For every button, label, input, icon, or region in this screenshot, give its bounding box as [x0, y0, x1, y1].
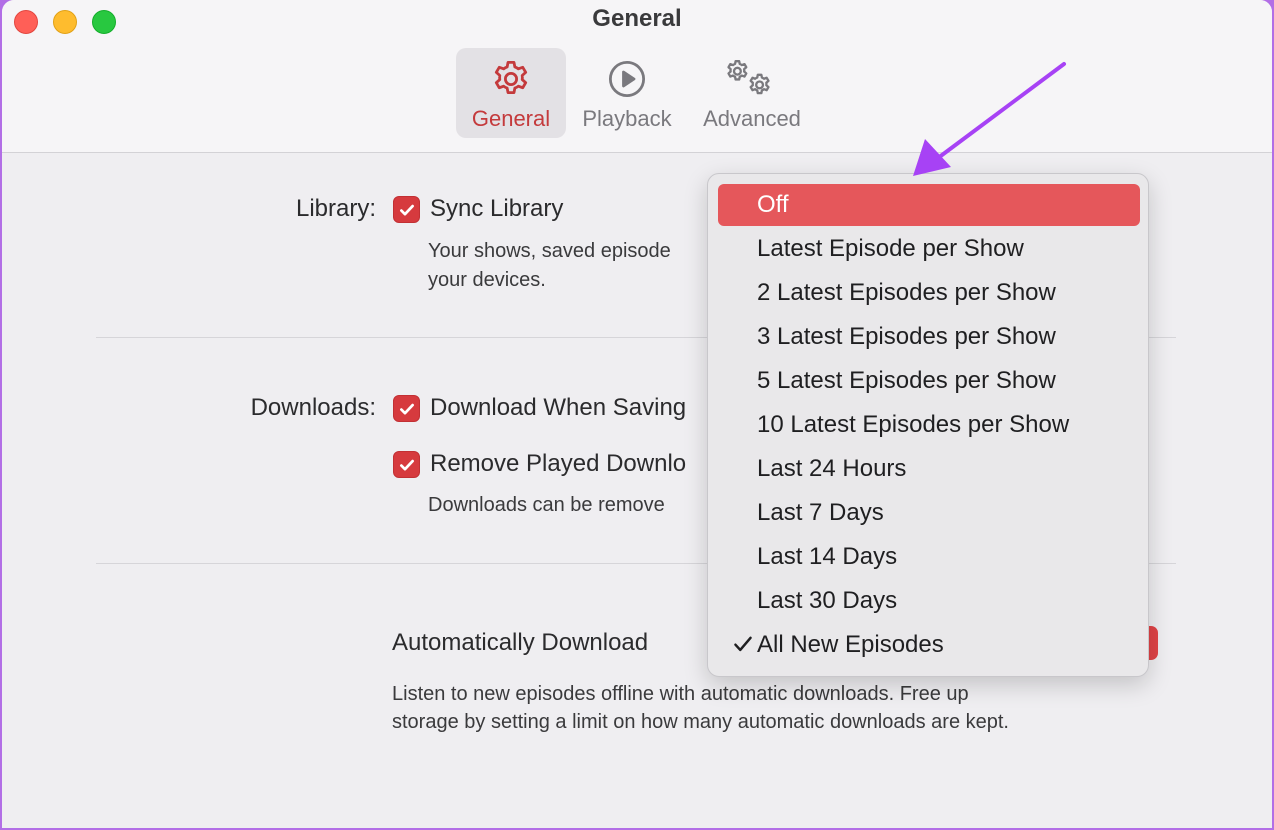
tab-advanced-label: Advanced — [703, 106, 801, 131]
downloads-label: Downloads: — [250, 394, 376, 421]
tab-playback-label: Playback — [582, 106, 672, 131]
menu-item-label: 10 Latest Episodes per Show — [757, 411, 1070, 438]
preferences-window: General General Playback Advanced Librar… — [2, 0, 1272, 828]
menu-item-all-new-episodes[interactable]: All New Episodes — [718, 624, 1140, 666]
window-title: General — [592, 5, 682, 32]
menu-item-label: 2 Latest Episodes per Show — [757, 279, 1056, 306]
menu-item-latest-episode[interactable]: Latest Episode per Show — [718, 228, 1140, 270]
download-when-saving-checkbox[interactable] — [393, 395, 420, 422]
tab-advanced[interactable]: Advanced — [692, 48, 812, 138]
library-description-line2: your devices. — [428, 269, 546, 291]
menu-item-label: Last 24 Hours — [757, 455, 907, 482]
menu-item-label: Latest Episode per Show — [757, 235, 1024, 262]
remove-played-downloads-label[interactable]: Remove Played Downlo — [430, 450, 686, 478]
downloads-description: Downloads can be remove — [428, 494, 665, 516]
toolbar: General General Playback Advanced — [2, 0, 1272, 153]
play-circle-icon — [606, 58, 648, 100]
checkmark-icon — [399, 204, 414, 216]
gears-icon — [723, 58, 781, 100]
menu-item-last-7-days[interactable]: Last 7 Days — [718, 492, 1140, 534]
menu-item-10-latest[interactable]: 10 Latest Episodes per Show — [718, 404, 1140, 446]
checkmark-icon — [399, 459, 414, 471]
checkmark-icon — [734, 636, 752, 652]
menu-item-last-14-days[interactable]: Last 14 Days — [718, 536, 1140, 578]
library-label: Library: — [295, 195, 376, 222]
gear-icon — [490, 58, 532, 100]
menu-item-label: Last 7 Days — [757, 499, 884, 526]
tab-general-label: General — [471, 106, 551, 131]
checkmark-icon — [399, 403, 414, 415]
menu-item-last-30-days[interactable]: Last 30 Days — [718, 580, 1140, 622]
tab-playback[interactable]: Playback — [572, 48, 682, 138]
menu-item-label: Off — [757, 191, 789, 218]
sync-library-label[interactable]: Sync Library — [430, 195, 563, 223]
auto-download-label: Automatically Download — [392, 629, 649, 656]
sync-library-checkbox[interactable] — [393, 196, 420, 223]
menu-item-3-latest[interactable]: 3 Latest Episodes per Show — [718, 316, 1140, 358]
remove-played-downloads-checkbox[interactable] — [393, 451, 420, 478]
menu-item-label: All New Episodes — [757, 631, 944, 658]
menu-item-off[interactable]: Off — [718, 184, 1140, 226]
menu-item-last-24-hours[interactable]: Last 24 Hours — [718, 448, 1140, 490]
auto-download-description-line2: storage by setting a limit on how many a… — [392, 711, 1009, 733]
auto-download-menu: Off Latest Episode per Show 2 Latest Epi… — [707, 173, 1149, 677]
auto-download-description-line1: Listen to new episodes offline with auto… — [392, 683, 969, 705]
menu-item-label: Last 30 Days — [757, 587, 898, 614]
menu-item-label: Last 14 Days — [757, 543, 898, 570]
menu-item-label: 3 Latest Episodes per Show — [757, 323, 1056, 350]
menu-item-5-latest[interactable]: 5 Latest Episodes per Show — [718, 360, 1140, 402]
library-description-line1: Your shows, saved episode — [428, 240, 671, 262]
tab-general[interactable]: General — [456, 48, 566, 138]
menu-item-label: 5 Latest Episodes per Show — [757, 367, 1056, 394]
download-when-saving-label[interactable]: Download When Saving — [430, 394, 686, 422]
menu-item-2-latest[interactable]: 2 Latest Episodes per Show — [718, 272, 1140, 314]
